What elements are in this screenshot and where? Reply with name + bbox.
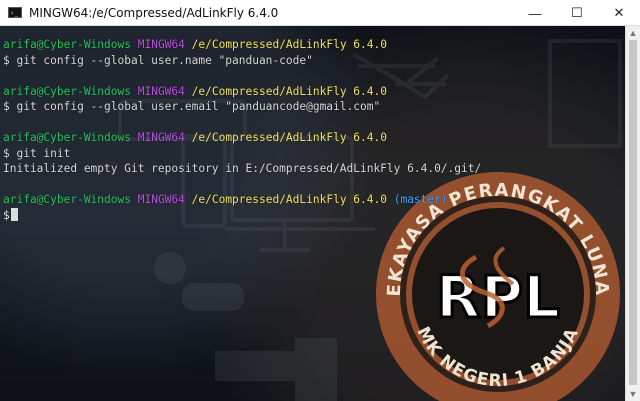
close-icon[interactable]: ✕ xyxy=(598,0,640,26)
prompt-line: arifa@Cyber-Windows MINGW64 /e/Compresse… xyxy=(3,192,481,208)
terminal-icon: ›_ xyxy=(8,7,22,18)
scroll-thumb[interactable] xyxy=(629,40,637,385)
terminal-line: $ git config --global user.name "panduan… xyxy=(3,53,313,67)
git-branch: (master) xyxy=(393,193,448,206)
prompt-user: arifa@Cyber-Windows xyxy=(3,84,131,98)
prompt-line: arifa@Cyber-Windows MINGW64 /e/Compresse… xyxy=(3,84,481,100)
prompt-path: /e/Compressed/AdLinkFly 6.4.0 xyxy=(191,131,387,144)
terminal-line: Initialized empty Git repository in E:/C… xyxy=(3,162,482,175)
prompt-user: arifa@Cyber-Windows xyxy=(3,38,131,51)
vertical-scrollbar[interactable]: ▲ ▼ xyxy=(625,26,640,401)
window-controls: — ☐ ✕ xyxy=(514,0,640,26)
maximize-icon[interactable]: ☐ xyxy=(556,0,598,26)
terminal-window: ›_ MINGW64:/e/Compressed/AdLinkFly 6.4.0… xyxy=(0,0,640,401)
scroll-down-icon[interactable]: ▼ xyxy=(626,387,640,401)
terminal-content[interactable]: REKAYASA PERANGKAT LUNAK SMK NEGERI 1 BA… xyxy=(0,26,625,401)
prompt-host: MINGW64 xyxy=(137,131,185,144)
terminal-line: $ xyxy=(3,207,481,224)
prompt-line: arifa@Cyber-Windows MINGW64 /e/Compresse… xyxy=(3,130,481,146)
prompt-host: MINGW64 xyxy=(137,193,185,206)
prompt-symbol: $ xyxy=(3,208,10,222)
terminal-line: $ git config --global user.email "pandua… xyxy=(3,100,381,113)
terminal-line: $ git init xyxy=(3,146,71,160)
terminal-lines: arifa@Cyber-Windows MINGW64 /e/Compresse… xyxy=(3,37,481,223)
text-cursor[interactable] xyxy=(10,207,18,221)
prompt-user: arifa@Cyber-Windows xyxy=(3,193,131,206)
scroll-up-icon[interactable]: ▲ xyxy=(626,26,640,40)
prompt-host: MINGW64 xyxy=(137,84,185,98)
window-title: MINGW64:/e/Compressed/AdLinkFly 6.4.0 xyxy=(29,5,279,20)
prompt-line: arifa@Cyber-Windows MINGW64 /e/Compresse… xyxy=(3,37,481,53)
prompt-host: MINGW64 xyxy=(137,38,185,51)
prompt-path: /e/Compressed/AdLinkFly 6.4.0 xyxy=(191,38,387,51)
prompt-user: arifa@Cyber-Windows xyxy=(3,131,131,144)
prompt-path: /e/Compressed/AdLinkFly 6.4.0 xyxy=(191,193,387,206)
title-bar[interactable]: ›_ MINGW64:/e/Compressed/AdLinkFly 6.4.0… xyxy=(0,0,640,26)
prompt-path: /e/Compressed/AdLinkFly 6.4.0 xyxy=(191,84,387,98)
minimize-icon[interactable]: — xyxy=(514,0,556,26)
